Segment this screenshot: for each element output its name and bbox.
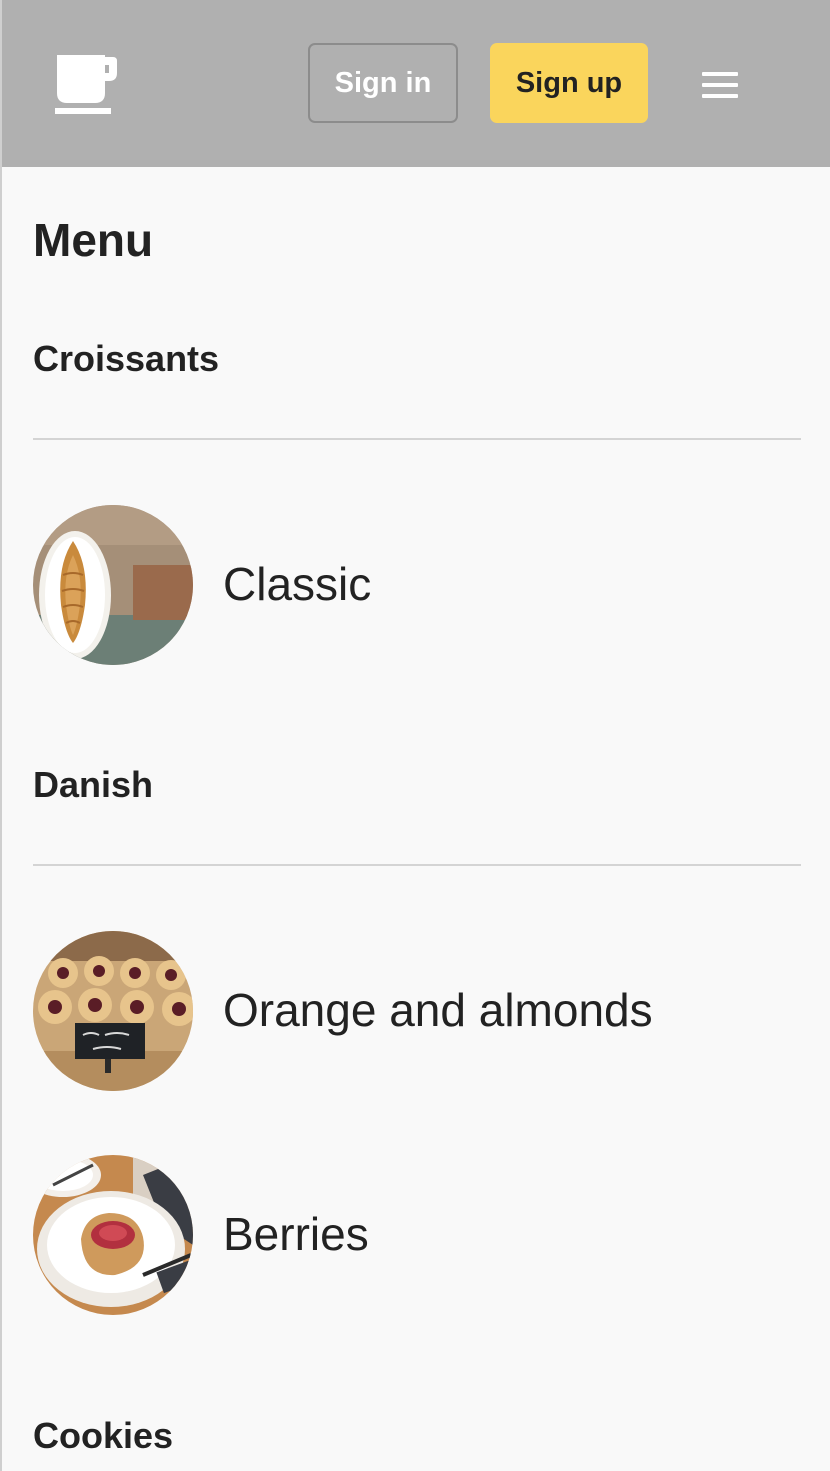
sign-in-button[interactable]: Sign in	[308, 43, 458, 123]
category-title-cookies: Cookies	[33, 1415, 174, 1456]
page-title: Menu	[33, 214, 154, 266]
menu-item-classic[interactable]: Classic	[33, 505, 801, 665]
category-title-croissants: Croissants	[33, 338, 220, 379]
category-divider	[33, 438, 801, 440]
coffee-cup-icon[interactable]	[55, 53, 119, 117]
menu-item-label: Classic	[223, 558, 372, 610]
category-title-danish: Danish	[33, 764, 154, 805]
menu-item-berries[interactable]: Berries	[33, 1155, 801, 1315]
app-page: Sign in Sign up Menu Croissants Classic …	[0, 0, 830, 1471]
berry-danish-photo	[33, 1155, 193, 1315]
sign-up-button[interactable]: Sign up	[490, 43, 648, 123]
hamburger-menu-icon[interactable]	[698, 62, 742, 108]
danish-tray-photo	[33, 931, 193, 1091]
menu-item-label: Berries	[223, 1208, 369, 1260]
menu-item-orange-and-almonds[interactable]: Orange and almonds	[33, 931, 801, 1091]
croissant-photo	[33, 505, 193, 665]
category-divider	[33, 864, 801, 866]
menu-item-label: Orange and almonds	[223, 984, 653, 1036]
top-header: Sign in Sign up	[2, 0, 830, 167]
